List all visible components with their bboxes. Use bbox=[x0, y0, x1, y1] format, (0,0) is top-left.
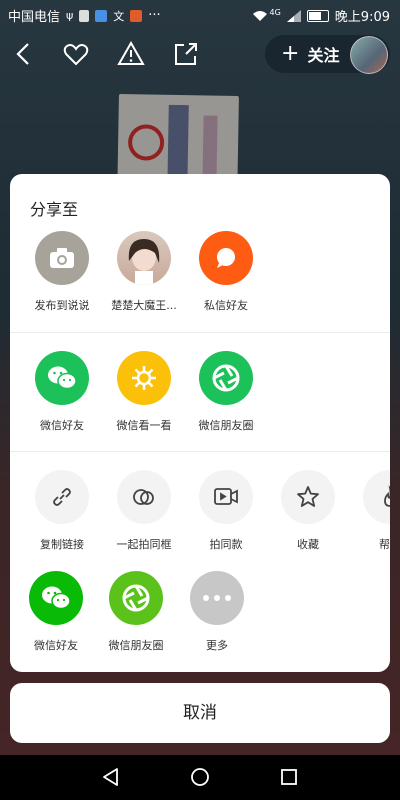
duet-button[interactable]: 一起拍同框 bbox=[103, 470, 185, 552]
share-icon[interactable] bbox=[172, 40, 200, 68]
video-camera-icon bbox=[199, 470, 253, 524]
star-icon bbox=[281, 470, 335, 524]
author-avatar[interactable] bbox=[350, 36, 388, 74]
heart-icon[interactable] bbox=[62, 40, 90, 68]
share-wechat-friend[interactable]: 微信好友 bbox=[21, 351, 103, 433]
divider bbox=[10, 332, 390, 333]
wechat-icon bbox=[29, 571, 83, 625]
share-wechat-moments[interactable]: 微信朋友圈 bbox=[185, 351, 267, 433]
share-to-friend[interactable]: 楚楚大魔王... bbox=[103, 231, 185, 313]
app-notification-icon bbox=[95, 9, 108, 22]
signal-icon bbox=[286, 9, 301, 22]
private-message[interactable]: 私信好友 bbox=[185, 231, 267, 313]
share-option-label: 拍同款 bbox=[209, 538, 243, 551]
follow-button[interactable]: + 关注 bbox=[265, 35, 390, 74]
share-option-label: 微信朋友圈 bbox=[108, 639, 164, 652]
nav-home-icon[interactable] bbox=[189, 766, 211, 788]
share-option-label: 发布到说说 bbox=[34, 299, 90, 312]
share-option-label: 微信好友 bbox=[34, 639, 78, 652]
app-notification-icon bbox=[130, 9, 143, 22]
status-bar: 中国电信 ψ 文 ··· 4G 晚上9:09 bbox=[0, 0, 400, 28]
nav-back-icon[interactable] bbox=[100, 766, 122, 788]
warning-icon[interactable] bbox=[117, 40, 145, 68]
camera-icon bbox=[35, 231, 89, 285]
carrier-label: 中国电信 bbox=[8, 10, 61, 25]
share-option-label: 楚楚大魔王... bbox=[111, 299, 177, 312]
copy-link-button[interactable]: 复制链接 bbox=[21, 470, 103, 552]
share-wechat-moments-alt[interactable]: 微信朋友圈 bbox=[95, 571, 177, 653]
wechat-icon bbox=[35, 351, 89, 405]
share-option-label: 复制链接 bbox=[40, 538, 84, 551]
cancel-button[interactable]: 取消 bbox=[10, 683, 390, 743]
share-to-qzone[interactable]: 发布到说说 bbox=[21, 231, 103, 313]
share-wechat-friend-alt[interactable]: 微信好友 bbox=[15, 571, 97, 653]
share-option-label: 微信看一看 bbox=[116, 419, 172, 432]
follow-label: 关注 bbox=[307, 46, 340, 65]
plus-icon: + bbox=[281, 41, 300, 66]
link-icon bbox=[35, 470, 89, 524]
wechat-look-icon bbox=[117, 351, 171, 405]
app-notification-icon bbox=[79, 9, 90, 22]
share-option-label: 私信好友 bbox=[204, 299, 248, 312]
shoot-same-button[interactable]: 拍同款 bbox=[185, 470, 267, 552]
share-sheet-title: 分享至 bbox=[30, 200, 79, 219]
moments-icon bbox=[199, 351, 253, 405]
share-option-label: 收藏 bbox=[297, 538, 319, 551]
share-option-label: 更多 bbox=[206, 639, 228, 652]
duet-icon bbox=[117, 470, 171, 524]
favorite-button[interactable]: 收藏 bbox=[267, 470, 349, 552]
divider bbox=[10, 451, 390, 452]
share-option-label: 微信朋友圈 bbox=[198, 419, 254, 432]
more-icon bbox=[190, 571, 244, 625]
more-notifications-icon: ··· bbox=[148, 8, 161, 23]
flame-icon bbox=[363, 470, 390, 524]
clock: 晚上9:09 bbox=[334, 10, 390, 25]
translate-icon: 文 bbox=[113, 9, 125, 23]
usb-icon: ψ bbox=[66, 9, 74, 22]
share-sheet: 分享至 发布到说说 楚楚大魔王... 私信好友 微信好友 微信看一看 微信朋友圈… bbox=[10, 174, 390, 672]
boost-button[interactable]: 帮他 bbox=[349, 470, 390, 552]
share-option-label: 微信好友 bbox=[40, 419, 84, 432]
nav-recents-icon[interactable] bbox=[278, 766, 300, 788]
share-option-label: 帮他 bbox=[379, 538, 390, 551]
network-type: 4G bbox=[269, 8, 281, 17]
moments-icon bbox=[109, 571, 163, 625]
chat-bubble-icon bbox=[199, 231, 253, 285]
friend-avatar bbox=[117, 231, 171, 285]
share-option-label: 一起拍同框 bbox=[116, 538, 172, 551]
wifi-icon bbox=[252, 10, 267, 21]
more-share-button[interactable]: 更多 bbox=[176, 571, 258, 653]
share-wechat-look[interactable]: 微信看一看 bbox=[103, 351, 185, 433]
battery-icon bbox=[306, 9, 329, 22]
navigation-bar bbox=[0, 755, 400, 800]
back-icon[interactable] bbox=[10, 40, 38, 68]
